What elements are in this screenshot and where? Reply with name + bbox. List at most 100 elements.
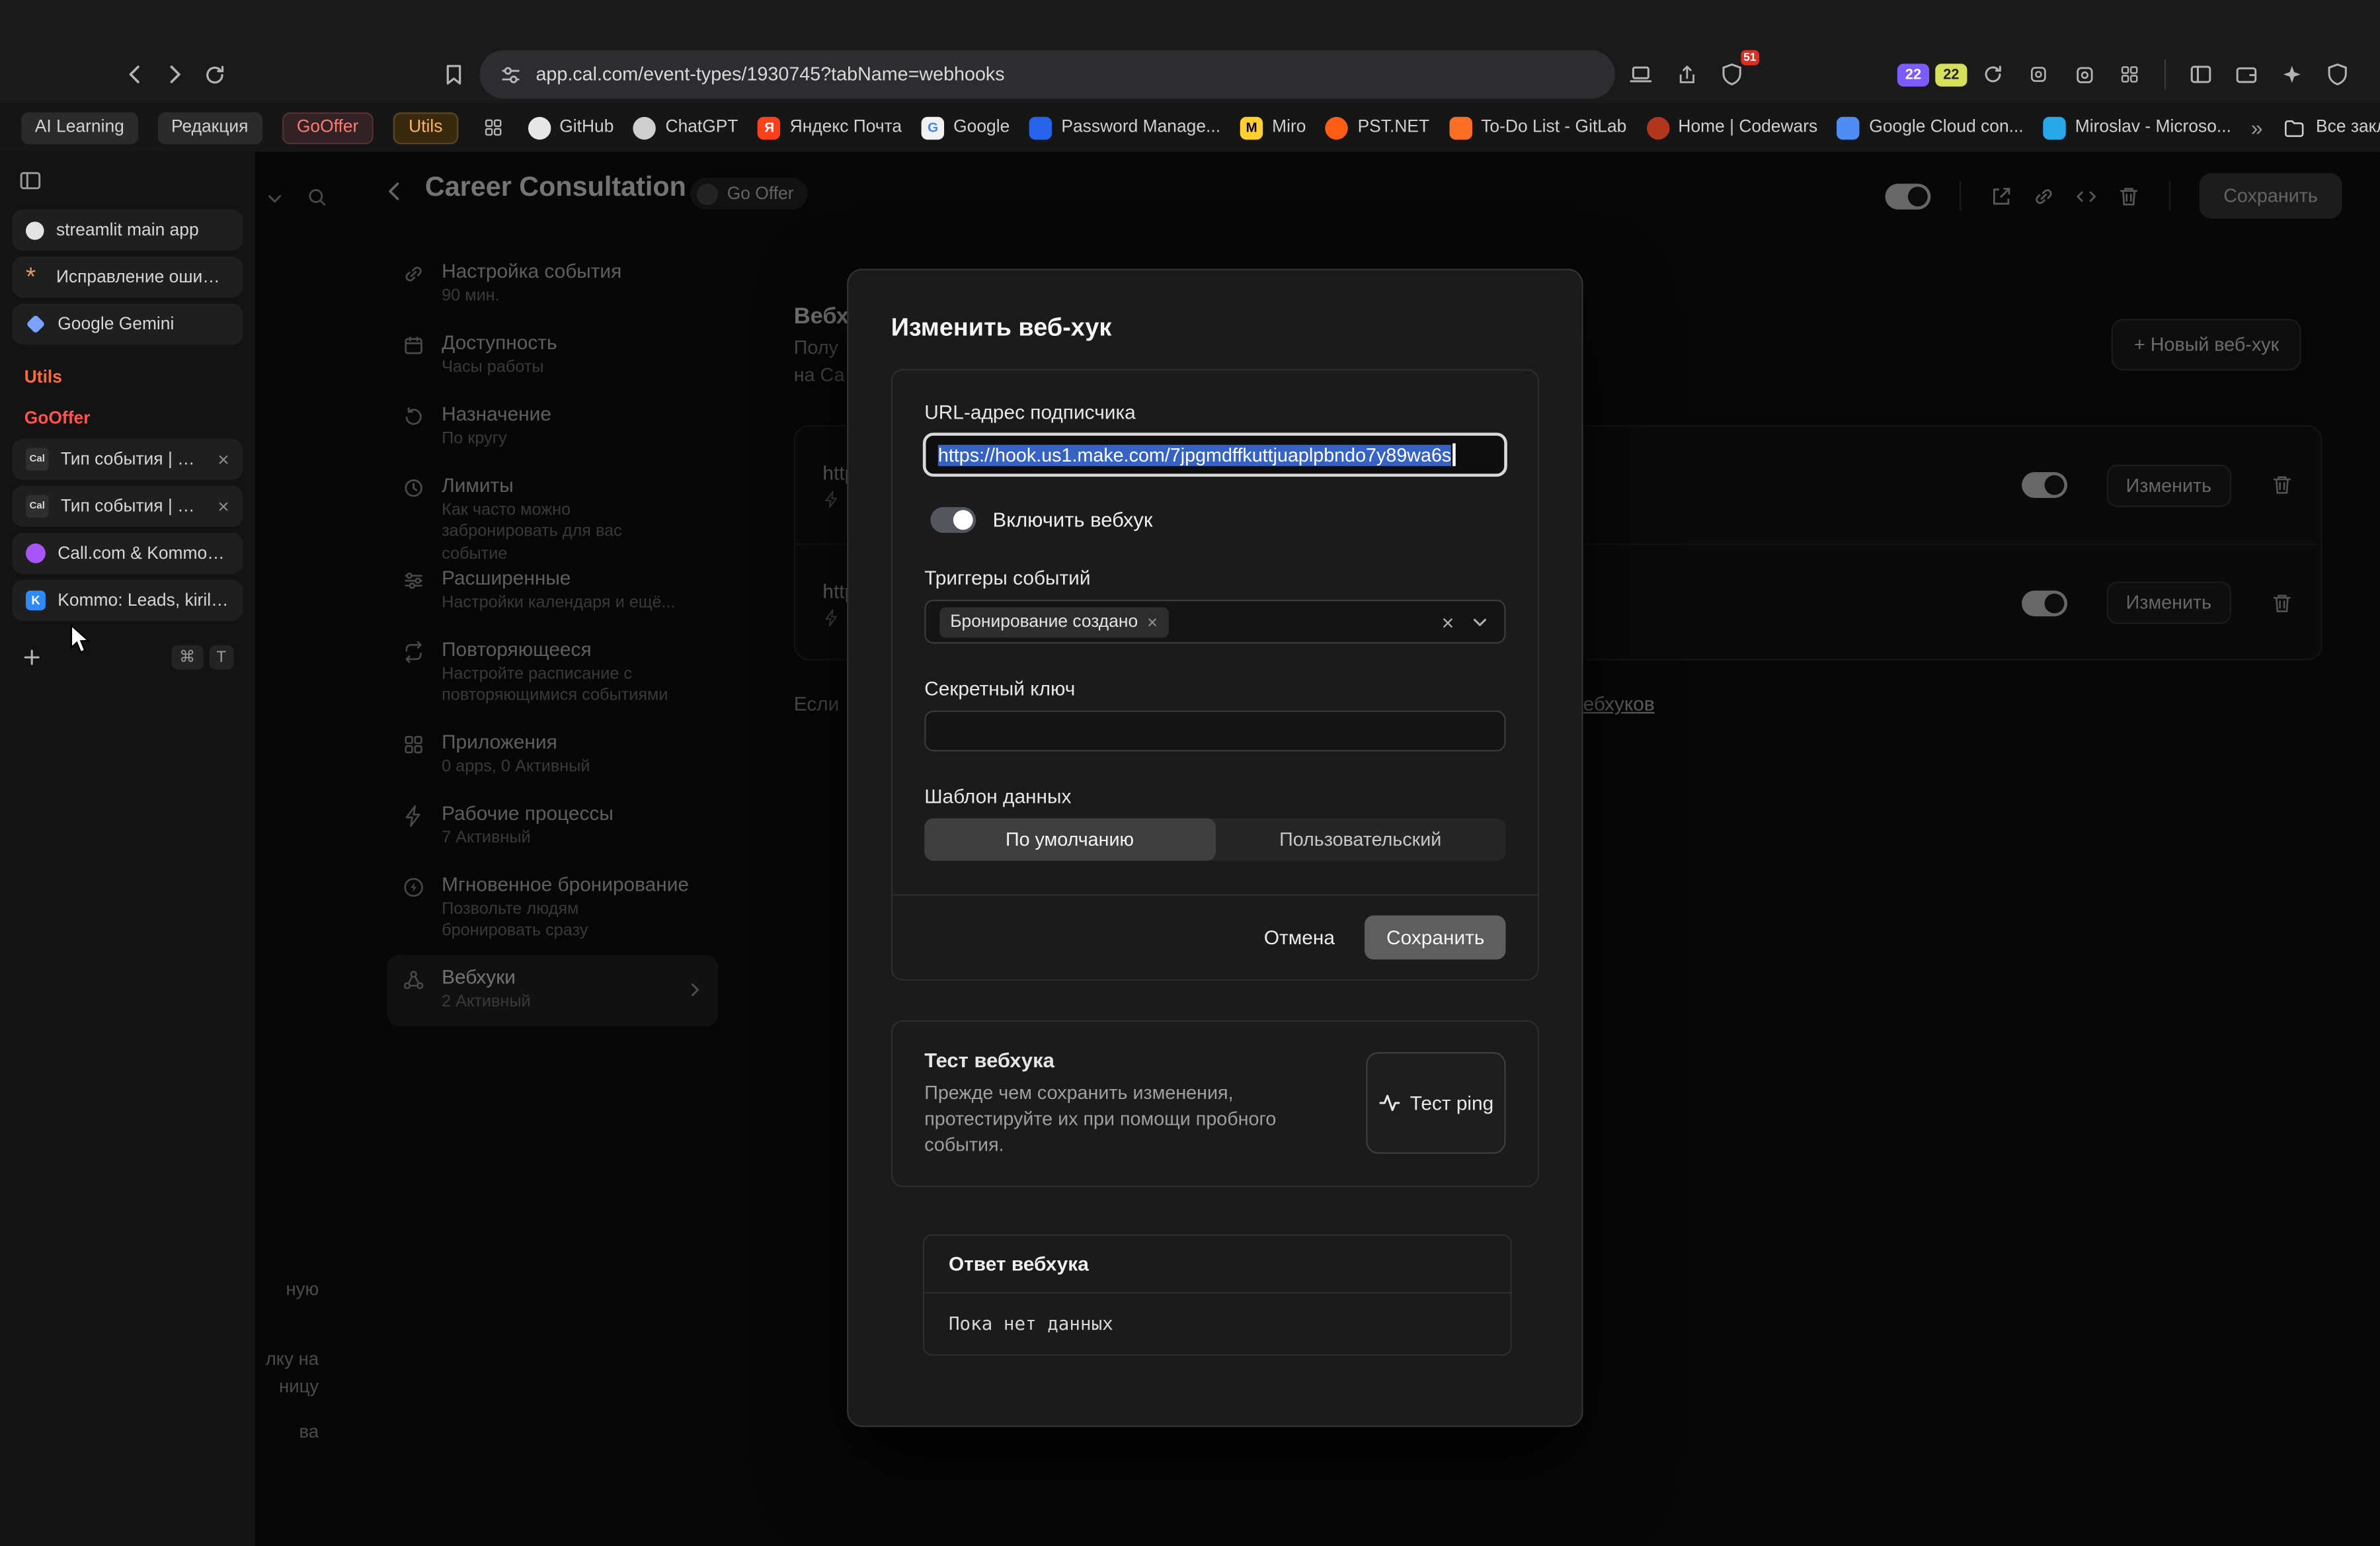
bookmark-pstnet[interactable]: PST.NET bbox=[1326, 116, 1429, 139]
activity-icon bbox=[1378, 1092, 1401, 1114]
tab-cal-event-type-2[interactable]: Cal Тип события | Cal.c × bbox=[12, 486, 243, 527]
dialog-title: Изменить веб-хук bbox=[891, 314, 1539, 343]
bookmark-github[interactable]: GitHub bbox=[528, 116, 614, 139]
codewars-icon bbox=[1646, 116, 1669, 139]
subscriber-url-label: URL-адрес подписчика bbox=[924, 401, 1505, 423]
bookmark-yandex-mail[interactable]: ЯЯндекс Почта bbox=[758, 116, 902, 139]
secret-key-label: Секретный ключ bbox=[924, 677, 1505, 700]
enable-webhook-label: Включить вебхук bbox=[993, 509, 1153, 531]
tab-group-redakcia[interactable]: Редакция bbox=[157, 112, 262, 143]
bookmark-codewars[interactable]: Home | Codewars bbox=[1646, 116, 1817, 139]
test-webhook-description: Прежде чем сохранить изменения, протести… bbox=[924, 1081, 1331, 1158]
pinned-tab-streamlit[interactable]: streamlit main app bbox=[12, 210, 243, 251]
tab-cal-event-type-1[interactable]: Cal Тип события | Cal.c × bbox=[12, 439, 243, 480]
bookmark-microsoft[interactable]: Miroslav - Microso... bbox=[2043, 116, 2231, 139]
extension-icon-1[interactable] bbox=[1973, 55, 2013, 95]
text-caret bbox=[1453, 443, 1455, 466]
bookmarks-overflow-chevron[interactable]: » bbox=[2251, 115, 2263, 140]
bookmark-google[interactable]: GGoogle bbox=[922, 116, 1010, 139]
tab-group-utils[interactable]: Utils bbox=[393, 112, 457, 143]
event-triggers-select[interactable]: Бронирование создано × × bbox=[924, 600, 1505, 644]
bookmark-chatgpt[interactable]: ChatGPT bbox=[633, 116, 738, 139]
copilot-icon[interactable] bbox=[2272, 55, 2312, 95]
bookmark-flag-icon[interactable] bbox=[434, 55, 474, 95]
close-tab-icon[interactable]: × bbox=[218, 448, 229, 470]
new-tab-button[interactable] bbox=[21, 647, 42, 668]
mouse-cursor bbox=[70, 624, 93, 656]
browser-window: app.cal.com/event-types/1930745?tabName=… bbox=[0, 0, 2380, 1546]
extension-badge-purple[interactable]: 22 bbox=[1897, 63, 1929, 85]
close-tab-icon[interactable]: × bbox=[218, 495, 229, 517]
pstnet-icon bbox=[1326, 116, 1348, 139]
edit-webhook-dialog: Изменить веб-хук URL-адрес подписчика ht… bbox=[847, 268, 1583, 1427]
remove-tag-icon[interactable]: × bbox=[1147, 611, 1158, 632]
chatgpt-icon bbox=[633, 116, 656, 139]
shortcut-cmd-key: ⌘ bbox=[172, 645, 203, 670]
streamlit-icon bbox=[26, 221, 44, 239]
sidebar-section-gooffer[interactable]: GoOffer bbox=[0, 391, 255, 432]
sidebar-toggle-icon[interactable] bbox=[19, 169, 43, 193]
browser-menu-icon[interactable] bbox=[2363, 55, 2380, 95]
pinned-tab-gemini[interactable]: Google Gemini bbox=[12, 304, 243, 345]
reload-button[interactable] bbox=[194, 55, 234, 95]
google-icon: G bbox=[922, 116, 944, 139]
bookmark-gitlab-todo[interactable]: To-Do List - GitLab bbox=[1449, 116, 1626, 139]
forward-button[interactable] bbox=[155, 55, 194, 95]
bookmark-miro[interactable]: MMiro bbox=[1240, 116, 1306, 139]
webhook-response-box: Ответ вебхука Пока нет данных bbox=[923, 1234, 1512, 1356]
payload-template-label: Шаблон данных bbox=[924, 785, 1505, 807]
tab-make-scenario[interactable]: Call.com & Kommo & Sa bbox=[12, 533, 243, 574]
chevron-down-icon[interactable] bbox=[1469, 611, 1490, 632]
test-ping-button[interactable]: Тест ping bbox=[1366, 1053, 1505, 1155]
pinned-tab-chat[interactable]: * Исправление ошибки и bbox=[12, 257, 243, 298]
github-icon bbox=[528, 116, 550, 139]
webhook-response-empty: Пока нет данных bbox=[924, 1293, 1510, 1354]
bookmark-google-cloud[interactable]: Google Cloud con... bbox=[1837, 116, 2024, 139]
test-webhook-card: Тест вебхука Прежде чем сохранить измене… bbox=[891, 1020, 1539, 1187]
kommo-icon: K bbox=[26, 590, 46, 610]
make-icon bbox=[26, 544, 46, 563]
tab-group-ai-learning[interactable]: AI Learning bbox=[21, 112, 138, 143]
secret-key-input[interactable] bbox=[924, 710, 1505, 751]
save-button[interactable]: Сохранить bbox=[1365, 915, 1506, 959]
site-settings-icon[interactable] bbox=[499, 63, 522, 85]
webhook-response-title: Ответ вебхука bbox=[924, 1235, 1510, 1293]
tab-kommo[interactable]: K Kommo: Leads, kirillgoof bbox=[12, 580, 243, 621]
bookmarks-bar: AI Learning Редакция GoOffer Utils GitHu… bbox=[0, 103, 2380, 151]
trigger-tag: Бронирование создано × bbox=[939, 606, 1168, 637]
browser-sidebar: streamlit main app * Исправление ошибки … bbox=[0, 152, 255, 1546]
template-default-option[interactable]: По умолчанию bbox=[924, 818, 1215, 860]
adblock-badge: 51 bbox=[1741, 50, 1759, 65]
adblock-icon[interactable]: 51 bbox=[1712, 55, 1752, 95]
address-bar[interactable]: app.cal.com/event-types/1930745?tabName=… bbox=[480, 50, 1615, 99]
wallet-icon[interactable] bbox=[2227, 55, 2266, 95]
tab-group-gooffer[interactable]: GoOffer bbox=[282, 112, 374, 143]
bookmark-password-manager[interactable]: Password Manage... bbox=[1029, 116, 1220, 139]
extension-badge-yellow[interactable]: 22 bbox=[1935, 63, 1967, 85]
device-icon[interactable] bbox=[1621, 55, 1661, 95]
extensions-icon[interactable] bbox=[2064, 55, 2104, 95]
split-view-icon[interactable] bbox=[2181, 55, 2221, 95]
enable-webhook-toggle[interactable] bbox=[930, 507, 976, 533]
microsoft-icon bbox=[2043, 116, 2066, 139]
subscriber-url-value: https://hook.us1.make.com/7jpgmdffkuttju… bbox=[938, 444, 1451, 466]
back-button[interactable] bbox=[115, 55, 155, 95]
sidebar-section-utils[interactable]: Utils bbox=[0, 350, 255, 391]
subscriber-url-input[interactable]: https://hook.us1.make.com/7jpgmdffkuttju… bbox=[924, 434, 1505, 475]
payload-template-segmented: По умолчанию Пользовательский bbox=[924, 818, 1505, 860]
extension-icon-3[interactable] bbox=[2110, 55, 2149, 95]
all-bookmarks-button[interactable]: Все закладки bbox=[2283, 116, 2380, 139]
test-webhook-title: Тест вебхука bbox=[924, 1049, 1331, 1071]
cancel-button[interactable]: Отмена bbox=[1246, 915, 1353, 959]
apps-grid-icon[interactable] bbox=[477, 108, 508, 147]
google-cloud-icon bbox=[1837, 116, 1860, 139]
yandex-mail-icon: Я bbox=[758, 116, 780, 139]
clear-all-icon[interactable]: × bbox=[1442, 610, 1454, 634]
extension-icon-2[interactable] bbox=[2019, 55, 2059, 95]
cal-icon: Cal bbox=[26, 495, 48, 517]
template-custom-option[interactable]: Пользовательский bbox=[1215, 818, 1506, 860]
share-icon[interactable] bbox=[1667, 55, 1706, 95]
url-text: app.cal.com/event-types/1930745?tabName=… bbox=[536, 63, 1004, 85]
security-icon[interactable] bbox=[2318, 55, 2358, 95]
password-manager-icon bbox=[1029, 116, 1052, 139]
